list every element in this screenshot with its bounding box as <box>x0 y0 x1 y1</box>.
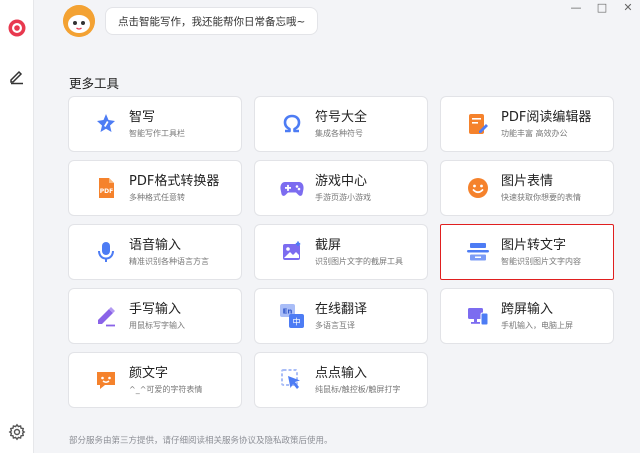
tool-name: PDF格式转换器 <box>129 173 220 189</box>
tool-name: 颜文字 <box>129 365 169 381</box>
tool-card-screenshot[interactable]: 截屏 识别图片文字的截屏工具 <box>254 224 428 280</box>
svg-text:PDF: PDF <box>100 188 113 195</box>
cross-screen-icon <box>465 303 491 329</box>
close-button[interactable]: ✕ <box>622 2 634 14</box>
tool-name: 符号大全 <box>315 109 368 125</box>
tool-desc: 纯鼠标/触控板/触屏打字 <box>315 384 401 394</box>
tool-card-smart-write[interactable]: 智写 智能写作工具栏 <box>68 96 242 152</box>
tool-name: 点点输入 <box>315 365 368 381</box>
tool-card-voice-input[interactable]: 语音输入 精准识别各种语言方言 <box>68 224 242 280</box>
app-logo-icon[interactable] <box>5 16 29 40</box>
tool-card-translate[interactable]: En 中 在线翻译 多语言互译 <box>254 288 428 344</box>
assistant-message-bubble[interactable]: 点击智能写作，我还能帮你日常备忘哦~ <box>105 7 319 35</box>
tool-name: 图片表情 <box>501 173 554 189</box>
tool-desc: 多语言互译 <box>315 320 355 330</box>
window-controls: — □ ✕ <box>570 2 634 14</box>
tool-card-pdf-editor[interactable]: PDF阅读编辑器 功能丰富 高效办公 <box>440 96 614 152</box>
cursor-icon <box>279 367 305 393</box>
kaomoji-icon <box>93 367 119 393</box>
tool-name: 截屏 <box>315 237 342 253</box>
tool-card-pdf-converter[interactable]: PDF PDF格式转换器 多种格式任意转 <box>68 160 242 216</box>
tool-card-image-emoji[interactable]: 图片表情 快速获取你想要的表情 <box>440 160 614 216</box>
tool-desc: 用鼠标写字输入 <box>129 320 185 330</box>
tool-name: 手写输入 <box>129 301 182 317</box>
tool-name: 游戏中心 <box>315 173 368 189</box>
omega-symbol-icon <box>279 111 305 137</box>
tool-desc: 识别图片文字的截屏工具 <box>315 256 403 266</box>
tool-card-handwriting[interactable]: 手写输入 用鼠标写字输入 <box>68 288 242 344</box>
edit-icon[interactable] <box>5 64 29 88</box>
left-sidebar <box>0 0 34 453</box>
footer-notice: 部分服务由第三方提供，请仔细阅读相关服务协议及隐私政策后使用。 <box>69 436 333 446</box>
minimize-button[interactable]: — <box>570 2 582 14</box>
assistant-avatar[interactable] <box>63 5 95 37</box>
tool-card-game-center[interactable]: 游戏中心 手游页游小游戏 <box>254 160 428 216</box>
tool-card-symbols[interactable]: 符号大全 集成各种符号 <box>254 96 428 152</box>
assistant-row: 点击智能写作，我还能帮你日常备忘哦~ <box>63 5 319 37</box>
tools-grid: 智写 智能写作工具栏 符号大全 集成各种符号 PDF阅读编辑器 功能丰富 高效办… <box>68 96 614 410</box>
smart-write-icon <box>93 111 119 137</box>
tool-name: 跨屏输入 <box>501 301 554 317</box>
translate-icon: En 中 <box>279 303 305 329</box>
main-panel: — □ ✕ 点击智能写作，我还能帮你日常备忘哦~ 更多工具 智写 智能写作工具栏… <box>35 0 640 453</box>
tool-name: 智写 <box>129 109 156 125</box>
tool-name: 在线翻译 <box>315 301 368 317</box>
tool-desc: 快速获取你想要的表情 <box>501 192 581 202</box>
microphone-icon <box>93 239 119 265</box>
tool-desc: ^_^可爱的字符表情 <box>129 384 203 394</box>
tool-desc: 功能丰富 高效办公 <box>501 128 568 138</box>
tool-card-kaomoji[interactable]: 颜文字 ^_^可爱的字符表情 <box>68 352 242 408</box>
tool-card-image-to-text[interactable]: 图片转文字 智能识别图片文字内容 <box>440 224 614 280</box>
smiley-icon <box>465 175 491 201</box>
restore-button[interactable]: □ <box>596 2 608 14</box>
tool-desc: 手游页游小游戏 <box>315 192 371 202</box>
section-title: 更多工具 <box>69 76 120 91</box>
pdf-converter-icon: PDF <box>93 175 119 201</box>
svg-text:中: 中 <box>293 317 301 327</box>
tool-desc: 多种格式任意转 <box>129 192 185 202</box>
pen-icon <box>93 303 119 329</box>
tool-card-cross-screen[interactable]: 跨屏输入 手机输入，电脑上屏 <box>440 288 614 344</box>
tool-name: 语音输入 <box>129 237 182 253</box>
screenshot-icon <box>279 239 305 265</box>
gamepad-icon <box>279 175 305 201</box>
tool-desc: 集成各种符号 <box>315 128 363 138</box>
tool-name: PDF阅读编辑器 <box>501 109 592 125</box>
tool-card-click-input[interactable]: 点点输入 纯鼠标/触控板/触屏打字 <box>254 352 428 408</box>
tool-desc: 智能写作工具栏 <box>129 128 185 138</box>
tool-name: 图片转文字 <box>501 237 567 253</box>
image-to-text-icon <box>465 239 491 265</box>
tool-desc: 智能识别图片文字内容 <box>501 256 581 266</box>
tool-desc: 精准识别各种语言方言 <box>129 256 209 266</box>
tool-desc: 手机输入，电脑上屏 <box>501 320 573 330</box>
pdf-editor-icon <box>465 111 491 137</box>
settings-gear-icon[interactable] <box>5 420 29 444</box>
